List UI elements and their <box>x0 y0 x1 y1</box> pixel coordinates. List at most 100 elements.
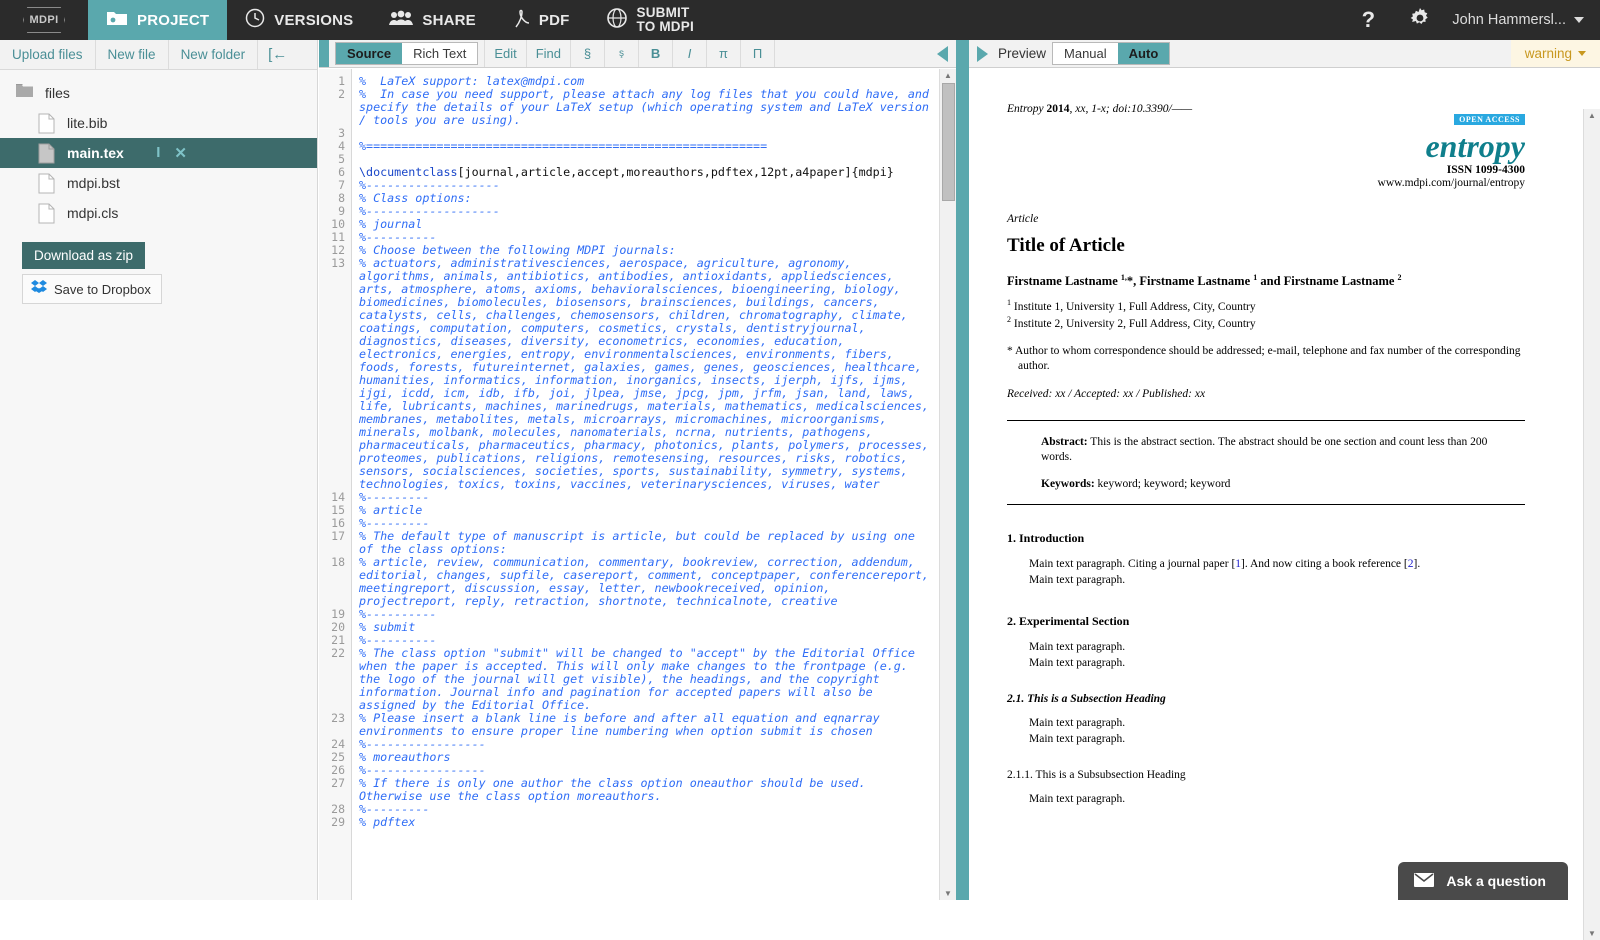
tree-label: mdpi.cls <box>67 205 118 221</box>
journal-logo-text: entropy <box>1007 129 1525 163</box>
panel-splitter[interactable] <box>956 40 969 900</box>
nav-share-label: SHARE <box>422 12 476 29</box>
keywords-paragraph: Keywords: keyword; keyword; keyword <box>1041 478 1501 490</box>
question-mark-icon: ? <box>1362 7 1375 33</box>
section-1-paragraph-2: Main text paragraph. <box>1007 572 1525 588</box>
tree-file-main-tex[interactable]: main.tex I ✕ <box>0 138 317 168</box>
pdf-preview-document: Entropy 2014, xx, 1-x; doi:10.3390/—— OP… <box>969 69 1583 900</box>
publication-dates: Received: xx / Accepted: xx / Published:… <box>1007 388 1525 400</box>
scroll-down-icon[interactable]: ▼ <box>944 887 952 900</box>
author-1-name: Firstname Lastname <box>1007 274 1121 288</box>
clock-icon <box>245 8 265 32</box>
find-button[interactable]: Find <box>526 40 570 67</box>
mode-auto-button[interactable]: Auto <box>1118 43 1170 64</box>
new-folder-button[interactable]: New folder <box>169 40 259 69</box>
help-button[interactable]: ? <box>1342 0 1394 40</box>
globe-icon <box>606 7 628 33</box>
article-type-label: Article <box>1007 213 1525 225</box>
download-as-zip-button[interactable]: Download as zip <box>22 242 145 269</box>
subsubsection-2-1-1-paragraph-1: Main text paragraph. <box>1007 791 1525 807</box>
user-menu-label: John Hammersl... <box>1452 12 1566 28</box>
mdpi-logo: MDPI <box>0 0 88 40</box>
settings-button[interactable] <box>1394 0 1446 40</box>
author-2-name: *, Firstname Lastname <box>1127 274 1253 288</box>
keywords-text: keyword; keyword; keyword <box>1095 478 1231 490</box>
code-text[interactable]: % LaTeX support: latex@mdpi.com% In case… <box>352 69 939 900</box>
mdpi-logo-text: MDPI <box>29 14 58 26</box>
corresponding-author-note: * Author to whom correspondence should b… <box>1007 344 1525 374</box>
journal-issn: ISSN 1099-4300 <box>1007 164 1525 176</box>
preview-mode-toggle: Manual Auto <box>1052 42 1170 65</box>
editor-scrollbar[interactable]: ▲ ▼ <box>939 69 956 900</box>
delete-file-icon[interactable]: ✕ <box>174 144 187 162</box>
section-2-paragraph-1: Main text paragraph. <box>1007 639 1525 655</box>
nav-share[interactable]: SHARE <box>371 0 494 40</box>
rename-file-icon[interactable]: I <box>156 144 160 162</box>
mode-richtext-button[interactable]: Rich Text <box>402 43 477 64</box>
tree-file-lite-bib[interactable]: lite.bib <box>0 108 317 138</box>
save-to-dropbox-button[interactable]: Save to Dropbox <box>22 274 162 304</box>
journal-masthead: OPEN ACCESS entropy ISSN 1099-4300 www.m… <box>1007 109 1525 189</box>
gear-icon <box>1409 7 1431 34</box>
citation-link[interactable]: 1 <box>1235 558 1241 570</box>
pdf-icon <box>512 8 530 32</box>
file-icon <box>38 113 55 134</box>
ask-a-question-button[interactable]: Ask a question <box>1398 862 1568 900</box>
scroll-up-icon[interactable]: ▲ <box>944 69 952 82</box>
scroll-down-icon[interactable]: ▼ <box>1588 927 1596 940</box>
tree-folder-files[interactable]: files <box>0 78 317 108</box>
journal-year: 2014 <box>1047 103 1070 115</box>
journal-url: www.mdpi.com/journal/entropy <box>1007 177 1525 189</box>
user-menu[interactable]: John Hammersl... <box>1446 0 1600 40</box>
citation-link[interactable]: 2 <box>1408 558 1414 570</box>
preview-scrollbar[interactable]: ▲ ▼ <box>1583 109 1600 940</box>
section-symbol-button[interactable]: § <box>570 40 604 67</box>
bold-button[interactable]: B <box>638 40 672 67</box>
toolbar-accent-bar <box>319 40 329 67</box>
tree-file-mdpi-cls[interactable]: mdpi.cls <box>0 198 317 228</box>
nav-versions[interactable]: VERSIONS <box>227 0 371 40</box>
ask-a-question-label: Ask a question <box>1446 873 1546 889</box>
editor-mode-toggle: Source Rich Text <box>335 42 478 65</box>
mode-source-button[interactable]: Source <box>336 43 402 64</box>
topbar-spacer <box>712 0 1342 40</box>
preview-label: Preview <box>998 40 1046 67</box>
code-editor[interactable]: 1234567891011121314151617181920212223242… <box>319 69 956 900</box>
subsection-heading-2-1: 2.1. This is a Subsection Heading <box>1007 693 1525 705</box>
new-file-button[interactable]: New file <box>96 40 169 69</box>
author-3-name: and Firstname Lastname <box>1257 274 1397 288</box>
scroll-up-icon[interactable]: ▲ <box>1588 109 1596 122</box>
preview-toolbar: Preview Manual Auto warning <box>969 40 1600 68</box>
keywords-label: Keywords: <box>1041 478 1095 490</box>
collapse-editor-icon[interactable] <box>937 46 948 62</box>
warning-label: warning <box>1525 46 1572 61</box>
upload-files-button[interactable]: Upload files <box>0 40 96 69</box>
folder-icon <box>106 9 128 31</box>
tree-file-mdpi-bst[interactable]: mdpi.bst <box>0 168 317 198</box>
journal-citation-rest: , xx, 1-x; doi:10.3390/—— <box>1070 103 1193 115</box>
journal-name-italic: Entropy <box>1007 103 1047 115</box>
nav-submit-to-mdpi[interactable]: SUBMIT TO MDPI <box>588 0 712 40</box>
dropbox-icon <box>31 280 47 298</box>
abstract-box: Abstract: This is the abstract section. … <box>1007 420 1525 505</box>
nav-pdf[interactable]: PDF <box>494 0 588 40</box>
top-navigation-bar: MDPI PROJECT VERSIONS SHARE PDF SUBMIT T… <box>0 0 1600 40</box>
subsection-symbol-button[interactable]: ş <box>604 40 638 67</box>
tree-label: files <box>45 85 70 101</box>
big-pi-symbol-button[interactable]: Π <box>740 40 774 67</box>
preview-pane: Preview Manual Auto warning Entropy 2014… <box>969 40 1600 900</box>
expand-preview-icon[interactable] <box>977 46 988 62</box>
file-tree: files lite.bib main.tex I ✕ mdpi.bst <box>0 70 317 228</box>
collapse-sidebar-button[interactable]: [← <box>258 40 297 69</box>
scrollbar-thumb[interactable] <box>942 83 955 201</box>
italic-button[interactable]: I <box>672 40 706 67</box>
chevron-down-icon <box>1574 17 1584 23</box>
nav-project[interactable]: PROJECT <box>88 0 227 40</box>
pi-symbol-button[interactable]: π <box>706 40 740 67</box>
save-to-dropbox-label: Save to Dropbox <box>54 282 151 297</box>
line-number-gutter: 1234567891011121314151617181920212223242… <box>319 69 352 900</box>
article-title: Title of Article <box>1007 235 1525 257</box>
edit-menu-button[interactable]: Edit <box>484 40 525 67</box>
mode-manual-button[interactable]: Manual <box>1053 43 1118 64</box>
warning-dropdown[interactable]: warning <box>1511 40 1600 67</box>
